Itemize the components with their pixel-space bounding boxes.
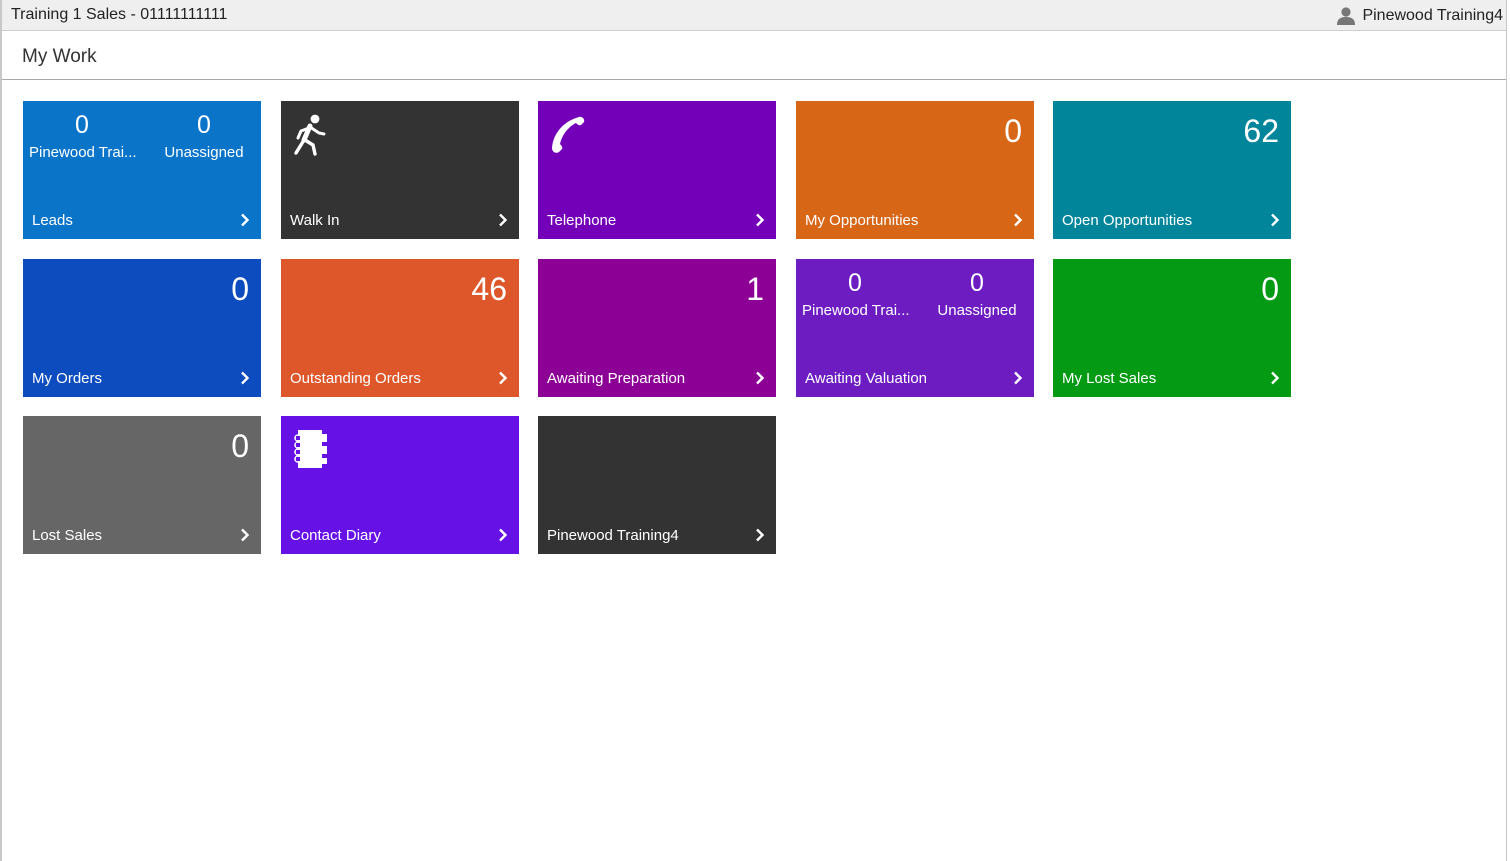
tile-count: 0: [231, 271, 249, 307]
chevron-right-icon: [756, 371, 765, 385]
tile-count: 46: [471, 271, 507, 307]
page-header: My Work: [2, 32, 1506, 80]
tile-outstanding-orders[interactable]: 46 Outstanding Orders: [281, 259, 519, 397]
tile-label: Awaiting Valuation: [805, 370, 928, 387]
notebook-icon: [294, 430, 327, 468]
tile-leads[interactable]: 0 Pinewood Trai... 0 Unassigned Leads: [23, 101, 261, 239]
valuation-unassigned-count: 0: [970, 269, 984, 297]
current-user[interactable]: Pinewood Training4: [1336, 6, 1503, 26]
chevron-right-icon: [1271, 213, 1280, 227]
chevron-right-icon: [241, 213, 250, 227]
leads-unassigned[interactable]: 0 Unassigned: [151, 110, 257, 163]
tile-label: My Lost Sales: [1062, 370, 1157, 387]
leads-mine-label: Pinewood Trai...: [29, 144, 137, 161]
chevron-right-icon: [1014, 371, 1023, 385]
window-title: Training 1 Sales - 01111111111: [11, 6, 228, 23]
tile-count: 62: [1243, 113, 1279, 149]
tile-label: Open Opportunities: [1062, 212, 1193, 229]
tile-label: Contact Diary: [290, 527, 381, 544]
tile-count: 1: [746, 271, 764, 307]
tile-label: Outstanding Orders: [290, 370, 421, 387]
tile-label: Leads: [32, 212, 73, 229]
tile-walk-in[interactable]: Walk In: [281, 101, 519, 239]
tile-label: Telephone: [547, 212, 617, 229]
leads-unassigned-count: 0: [197, 111, 211, 139]
tile-telephone[interactable]: Telephone: [538, 101, 776, 239]
chevron-right-icon: [499, 213, 508, 227]
valuation-unassigned[interactable]: 0 Unassigned: [924, 268, 1030, 321]
valuation-mine[interactable]: 0 Pinewood Trai...: [802, 268, 910, 321]
chevron-right-icon: [1014, 213, 1023, 227]
valuation-mine-count: 0: [848, 269, 862, 297]
tile-my-lost-sales[interactable]: 0 My Lost Sales: [1053, 259, 1291, 397]
tile-open-opportunities[interactable]: 62 Open Opportunities: [1053, 101, 1291, 239]
chevron-right-icon: [241, 371, 250, 385]
leads-mine-count: 0: [75, 111, 89, 139]
chevron-right-icon: [499, 528, 508, 542]
tile-count: 0: [231, 428, 249, 464]
tile-awaiting-valuation[interactable]: 0 Pinewood Trai... 0 Unassigned Awaiting…: [796, 259, 1034, 397]
valuation-unassigned-label: Unassigned: [937, 302, 1017, 319]
user-icon: [1337, 7, 1356, 25]
chevron-right-icon: [756, 528, 765, 542]
leads-mine[interactable]: 0 Pinewood Trai...: [29, 110, 137, 163]
tile-label: Awaiting Preparation: [547, 370, 686, 387]
tile-my-orders[interactable]: 0 My Orders: [23, 259, 261, 397]
phone-handset-icon: [552, 116, 585, 153]
current-user-name: Pinewood Training4: [1362, 7, 1503, 24]
leads-unassigned-label: Unassigned: [164, 144, 244, 161]
tile-contact-diary[interactable]: Contact Diary: [281, 416, 519, 554]
chevron-right-icon: [1271, 371, 1280, 385]
chevron-right-icon: [756, 213, 765, 227]
chevron-right-icon: [499, 371, 508, 385]
tile-label: My Orders: [32, 370, 103, 387]
tile-count: 0: [1261, 271, 1279, 307]
title-bar: Training 1 Sales - 01111111111 Pinewood …: [2, 0, 1506, 31]
tile-count: 0: [1004, 113, 1022, 149]
tile-my-opportunities[interactable]: 0 My Opportunities: [796, 101, 1034, 239]
page: Training 1 Sales - 01111111111 Pinewood …: [0, 0, 1507, 861]
tile-pinewood-training4[interactable]: Pinewood Training4: [538, 416, 776, 554]
tile-label: My Opportunities: [805, 212, 919, 229]
page-title: My Work: [22, 46, 97, 67]
chevron-right-icon: [241, 528, 250, 542]
tile-lost-sales[interactable]: 0 Lost Sales: [23, 416, 261, 554]
tile-label: Walk In: [290, 212, 340, 229]
walking-person-icon: [294, 114, 326, 156]
tile-label: Lost Sales: [32, 527, 103, 544]
tile-awaiting-preparation[interactable]: 1 Awaiting Preparation: [538, 259, 776, 397]
tile-label: Pinewood Training4: [547, 527, 679, 544]
valuation-mine-label: Pinewood Trai...: [802, 302, 910, 319]
